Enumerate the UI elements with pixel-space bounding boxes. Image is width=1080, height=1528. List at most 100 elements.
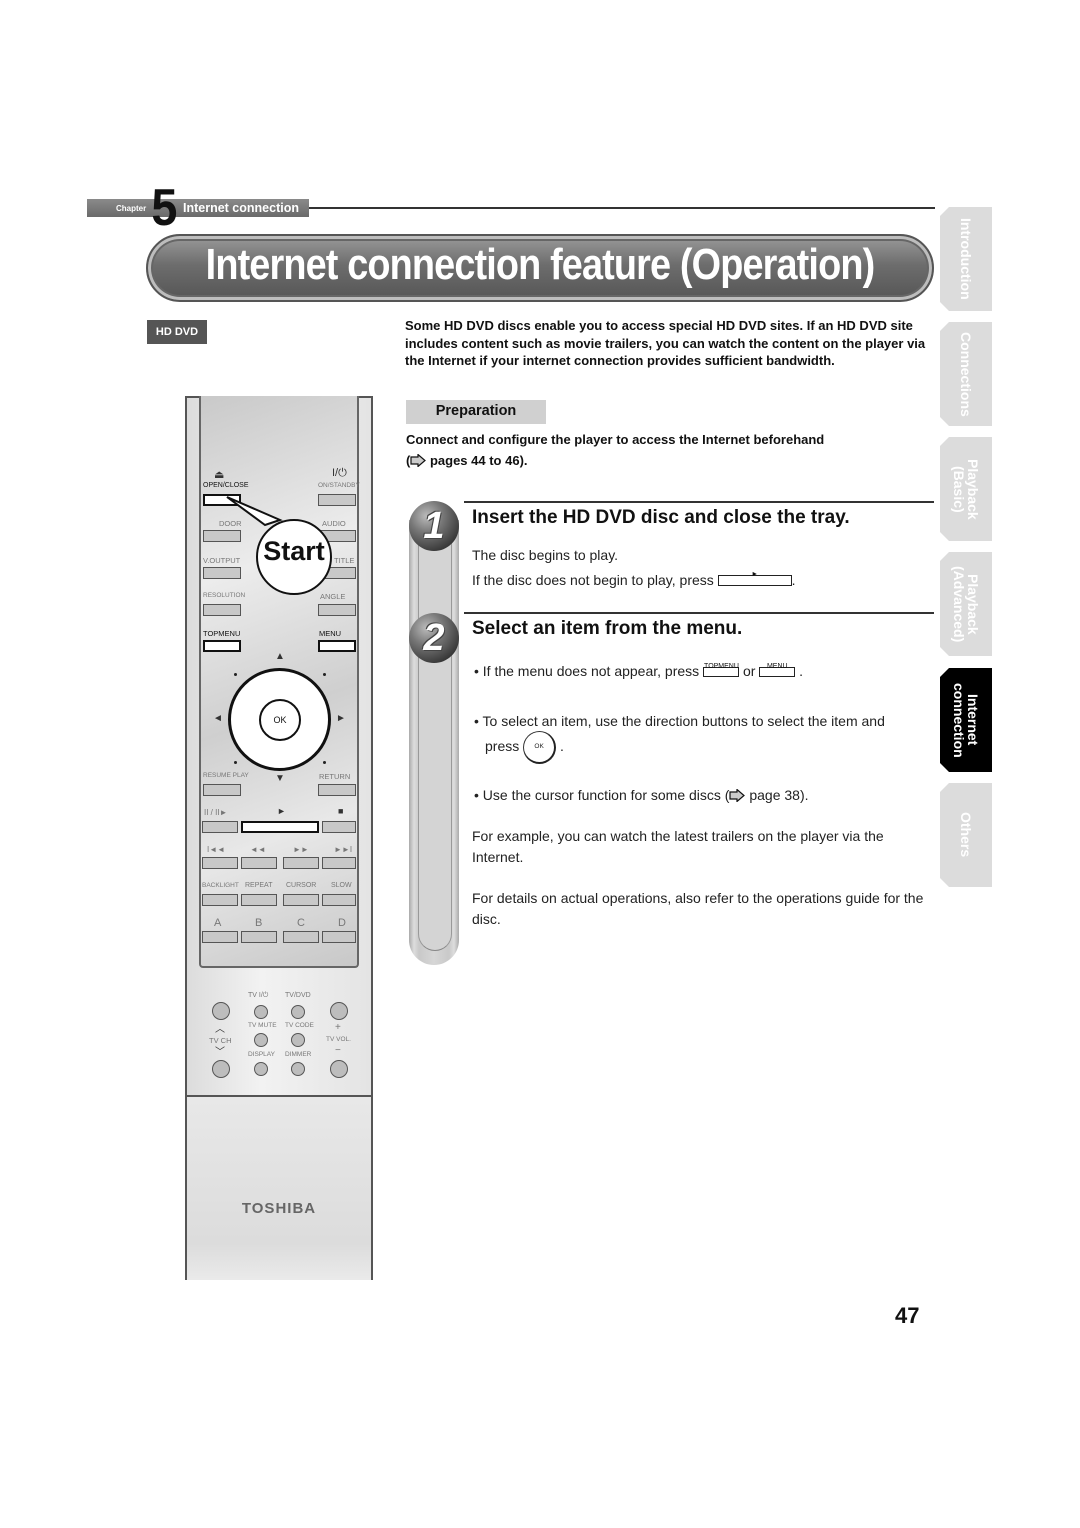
skip-back-button[interactable]	[202, 857, 238, 869]
slow-button[interactable]	[322, 894, 356, 906]
tv-vol-minus-icon: −	[335, 1045, 341, 1056]
tv-vol-label: TV VOL.	[326, 1036, 351, 1043]
right-arrow-icon: ►	[336, 713, 346, 724]
a-button[interactable]	[202, 931, 238, 943]
menu-button[interactable]	[318, 640, 356, 652]
play-button[interactable]	[241, 821, 319, 833]
tv-code-label: TV CODE	[285, 1022, 314, 1029]
d-button[interactable]	[322, 931, 356, 943]
a-label: A	[214, 917, 222, 929]
step-2-bullet-2-press: press OK .	[485, 731, 564, 764]
skip-forward-icon: ►►I	[334, 845, 353, 854]
tv-dvd-button[interactable]	[291, 1005, 305, 1019]
step-2-bullet-2-press-text: press	[485, 738, 520, 755]
side-tab-label: Connections	[958, 331, 974, 417]
backlight-label: BACKLIGHT	[202, 882, 239, 889]
b-button[interactable]	[241, 931, 277, 943]
side-tab-others[interactable]: Others	[940, 783, 992, 887]
side-tab-label: Playback (Basic)	[951, 458, 981, 520]
resolution-button[interactable]	[203, 604, 241, 616]
dpad-dot	[234, 673, 237, 676]
tv-ch-down-button[interactable]	[212, 1060, 230, 1078]
step-2-bullet-3-text: • Use the cursor function for some discs…	[474, 787, 730, 803]
tv-ch-up-button[interactable]	[212, 1002, 230, 1020]
tv-dvd-label: TV/DVD	[285, 992, 311, 999]
on-standby-label: ON/STANDBY	[318, 482, 360, 489]
fast-forward-button[interactable]	[283, 857, 319, 869]
preparation-ref-link[interactable]: pages 44 to 46).	[430, 453, 528, 468]
menu-button-icon: MENU	[759, 663, 796, 677]
pause-step-button[interactable]	[202, 821, 238, 833]
page-reference-arrow-icon	[729, 789, 746, 802]
tv-ch-up-icon: ︿	[215, 1024, 225, 1035]
tv-vol-up-button[interactable]	[330, 1002, 348, 1020]
display-button[interactable]	[254, 1062, 268, 1076]
play-button-icon: ►	[717, 571, 792, 586]
dimmer-label: DIMMER	[285, 1051, 312, 1058]
skip-forward-button[interactable]	[322, 857, 356, 869]
tv-power-button[interactable]	[254, 1005, 268, 1019]
play-symbol: ►	[751, 571, 759, 578]
audio-label: AUDIO	[322, 519, 346, 528]
side-tab-introduction[interactable]: Introduction	[940, 207, 992, 311]
dimmer-button[interactable]	[291, 1062, 305, 1076]
side-tab-connections[interactable]: Connections	[940, 322, 992, 426]
side-tab-label: Others	[958, 812, 974, 858]
on-standby-button[interactable]	[318, 494, 356, 506]
chapter-title: Internet connection	[183, 201, 299, 215]
dpad-dot	[234, 761, 237, 764]
step-1-divider	[464, 501, 934, 503]
step-2-para-2: For details on actual operations, also r…	[472, 890, 924, 927]
c-button[interactable]	[283, 931, 319, 943]
stop-button[interactable]	[322, 821, 356, 833]
repeat-button[interactable]	[241, 894, 277, 906]
step-2-bullet-3-ref[interactable]: page 38).	[749, 787, 808, 803]
side-tab-playback-advanced[interactable]: Playback (Advanced)	[940, 552, 992, 656]
ok-button-icon: OK	[523, 731, 557, 764]
tv-vol-plus-icon: +	[335, 1022, 341, 1033]
title-label: TITLE	[334, 556, 355, 565]
step-1-heading: Insert the HD DVD disc and close the tra…	[472, 507, 850, 528]
backlight-button[interactable]	[202, 894, 238, 906]
return-button[interactable]	[318, 784, 356, 796]
side-tab-label: Internet connection	[951, 682, 981, 758]
step-1-line2: If the disc does not begin to play, pres…	[472, 570, 796, 591]
tv-ch-down-icon: ﹀	[215, 1047, 225, 1058]
left-arrow-icon: ◄	[213, 713, 223, 724]
step-2-para-1: For example, you can watch the latest tr…	[472, 828, 884, 865]
tv-vol-down-button[interactable]	[330, 1060, 348, 1078]
cursor-label: CURSOR	[286, 882, 317, 889]
b-label: B	[255, 917, 263, 929]
step-2-bullet-1-end: .	[799, 663, 804, 679]
topmenu-label: TOPMENU	[203, 629, 241, 638]
up-arrow-icon: ▲	[275, 651, 285, 662]
resume-play-button[interactable]	[203, 784, 241, 796]
open-close-label: OPEN/CLOSE	[203, 482, 249, 489]
step-2-bullet-1-text: • If the menu does not appear, press	[474, 663, 700, 679]
side-tab-playback-basic[interactable]: Playback (Basic)	[940, 437, 992, 541]
step-rail-inner	[418, 520, 452, 951]
d-label: D	[338, 917, 346, 929]
topmenu-button-icon: TOPMENU	[703, 663, 740, 677]
page-reference-arrow-icon	[410, 454, 427, 467]
ok-button[interactable]: OK	[259, 699, 301, 741]
tv-power-label: TV I/⏻	[248, 992, 269, 999]
rewind-button[interactable]	[241, 857, 277, 869]
brand-logo: TOSHIBA	[241, 1200, 317, 1217]
cursor-button[interactable]	[283, 894, 319, 906]
tv-code-button[interactable]	[291, 1033, 305, 1047]
remote-lower-panel	[187, 1095, 371, 1280]
intro-paragraph: Some HD DVD discs enable you to access s…	[405, 318, 926, 369]
side-tab-internet-connection[interactable]: Internet connection	[940, 668, 992, 772]
topmenu-button[interactable]	[203, 640, 241, 652]
chapter-number: 5	[151, 179, 177, 237]
step-2-bullet-2-line1: • To select an item, use the direction b…	[474, 713, 885, 729]
step-2-heading: Select an item from the menu.	[472, 618, 743, 639]
tv-mute-button[interactable]	[254, 1033, 268, 1047]
v-output-button[interactable]	[203, 567, 241, 579]
preparation-text: Connect and configure the player to acce…	[406, 429, 936, 471]
angle-button[interactable]	[318, 604, 356, 616]
step-2-divider	[464, 612, 934, 614]
down-arrow-icon: ▼	[275, 773, 285, 784]
slow-label: SLOW	[331, 882, 352, 889]
